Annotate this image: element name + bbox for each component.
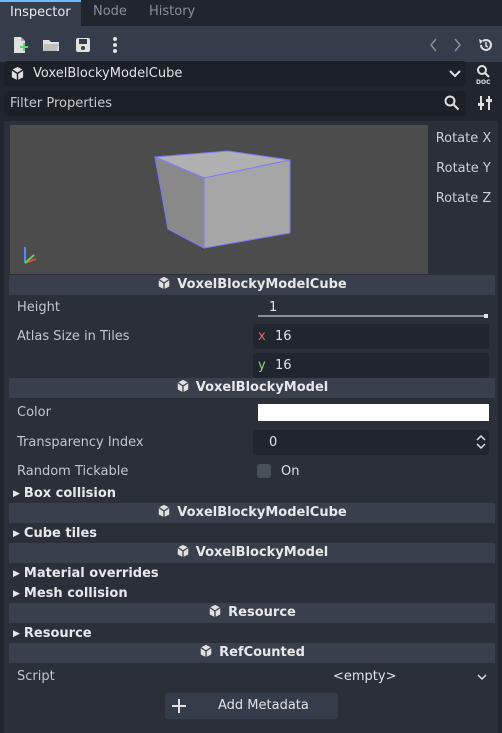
group-box-collision[interactable]: ▶ Box collision [13,486,116,501]
section-voxelblockymodelcube: VoxelBlockyModelCube [9,275,495,295]
folder-open-icon[interactable] [41,35,61,55]
cube-icon [208,604,222,618]
chevron-right-icon: ▶ [13,629,20,639]
chevron-right-icon: ▶ [13,489,20,499]
cube-icon [176,544,190,558]
cube-icon [157,504,171,518]
transparency-index-field[interactable] [253,430,489,455]
height-label: Height [17,300,60,315]
group-resource[interactable]: ▶ Resource [13,626,92,641]
plus-icon [172,699,186,713]
svg-text:DOC: DOC [476,79,491,85]
add-metadata-label: Add Metadata [218,698,309,713]
height-slider-track[interactable] [258,315,488,317]
tab-history[interactable]: History [139,0,205,26]
section-title: Resource [228,605,296,620]
tab-inspector[interactable]: Inspector [0,0,81,26]
new-resource-icon[interactable] [10,35,30,55]
doc-icon[interactable]: DOC [474,63,496,85]
group-label: Box collision [23,486,117,501]
rotate-x-button[interactable]: Rotate X [433,126,494,152]
chevron-down-icon[interactable] [448,67,462,81]
search-icon [444,95,460,111]
history-icon[interactable] [476,35,496,55]
rotate-z-button[interactable]: Rotate Z [433,186,494,212]
chevron-right-icon: ▶ [13,529,20,539]
random-tickable-value: On [281,464,300,479]
atlas-size-label: Atlas Size in Tiles [17,329,130,344]
color-swatch[interactable] [258,404,489,421]
cube-icon [157,276,171,290]
section-voxelblockymodelcube-2: VoxelBlockyModelCube [9,503,495,523]
atlas-y-axis-label: y [258,358,266,373]
group-mesh-collision[interactable]: ▶ Mesh collision [13,586,128,601]
filter-placeholder: Filter Properties [10,96,113,111]
chevron-down-icon[interactable] [476,671,488,683]
height-value[interactable]: 1 [269,300,277,315]
chevron-left-icon[interactable] [424,35,444,55]
group-label: Resource [23,626,92,641]
cube-icon [199,644,213,658]
chevron-right-icon: ▶ [13,569,20,579]
group-label: Cube tiles [23,526,98,541]
atlas-x-value[interactable]: 16 [275,329,292,344]
more-vertical-icon[interactable] [105,35,125,55]
cube-icon [176,379,190,393]
section-refcounted: RefCounted [9,643,495,663]
section-title: VoxelBlockyModel [195,545,329,560]
chevron-right-icon[interactable] [447,35,467,55]
random-tickable-checkbox[interactable] [257,464,271,478]
cube-icon [10,66,25,81]
chevron-right-icon: ▶ [13,589,20,599]
group-label: Mesh collision [23,586,128,601]
group-material-overrides[interactable]: ▶ Material overrides [13,566,159,581]
color-label: Color [17,405,51,420]
random-tickable-label: Random Tickable [17,464,129,479]
spinner-updown-icon[interactable] [475,434,487,450]
section-resource: Resource [9,603,495,623]
rotate-y-button[interactable]: Rotate Y [433,156,494,182]
tab-node[interactable]: Node [83,0,137,26]
save-icon[interactable] [73,35,93,55]
transparency-index-label: Transparency Index [17,435,144,450]
tools-icon[interactable] [476,94,494,112]
section-title: VoxelBlockyModelCube [177,505,347,520]
group-label: Material overrides [23,566,159,581]
atlas-y-value[interactable]: 16 [275,358,292,373]
section-title: RefCounted [219,645,305,660]
transparency-index-value[interactable]: 0 [269,435,277,450]
atlas-x-axis-label: x [258,329,266,344]
height-slider-grabber[interactable] [484,314,488,318]
section-title: VoxelBlockyModelCube [177,277,347,292]
section-title: VoxelBlockyModel [195,380,329,395]
model-preview[interactable] [10,125,428,274]
section-voxelblockymodel-2: VoxelBlockyModel [9,543,495,563]
script-label: Script [17,669,55,684]
script-value[interactable]: <empty> [333,669,397,684]
section-voxelblockymodel: VoxelBlockyModel [9,378,495,398]
object-name: VoxelBlockyModelCube [33,66,183,81]
group-cube-tiles[interactable]: ▶ Cube tiles [13,526,97,541]
